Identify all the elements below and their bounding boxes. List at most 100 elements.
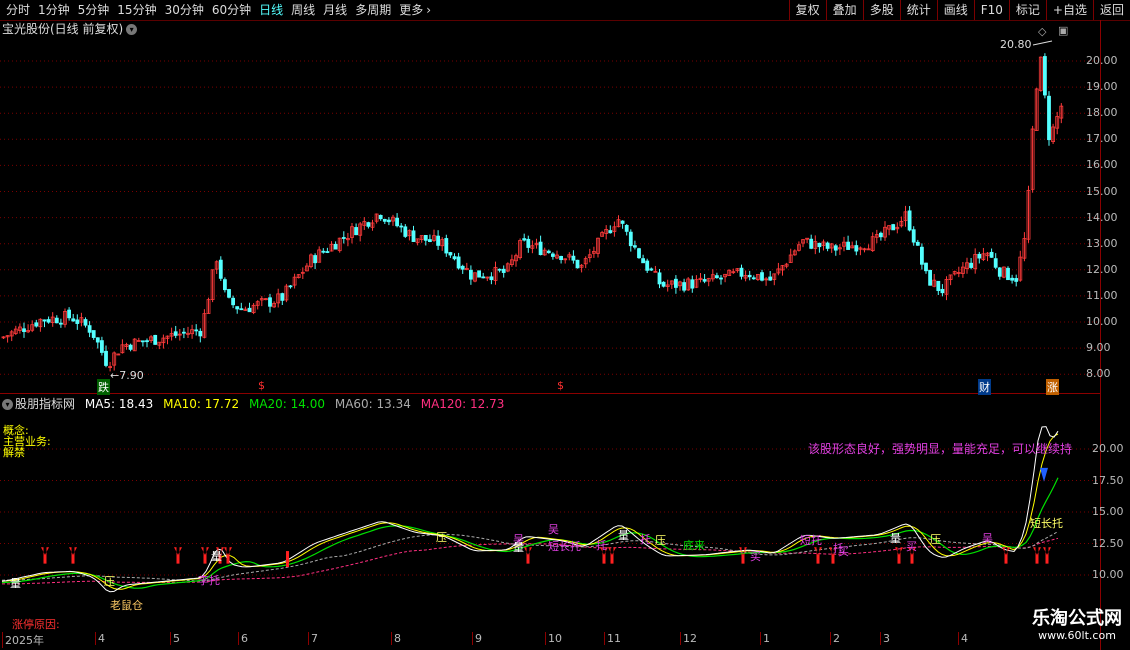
month-label: 6 xyxy=(238,632,248,645)
candle-body xyxy=(423,235,428,241)
candle-body xyxy=(874,234,879,238)
buy-arrow-icon[interactable] xyxy=(41,547,49,564)
tab-more[interactable]: 更多 › xyxy=(395,2,435,18)
candle-body xyxy=(309,254,313,268)
tab-daily[interactable]: 日线 xyxy=(255,2,287,18)
candle-body xyxy=(325,251,330,253)
marker-dollar-2[interactable]: $ xyxy=(557,379,564,392)
candle-body xyxy=(965,262,969,270)
candle-body xyxy=(1014,278,1019,282)
indicator-name[interactable]: 股朋指标网 xyxy=(15,397,75,411)
chevron-down-icon[interactable]: ▾ xyxy=(126,24,138,35)
candle-body xyxy=(862,248,867,251)
candle-body xyxy=(620,220,625,224)
candle-body xyxy=(883,226,887,238)
draw-line-button[interactable]: 画线 xyxy=(936,0,974,20)
candle-body xyxy=(5,335,10,338)
tab-weekly[interactable]: 周线 xyxy=(287,2,319,18)
tab-1min[interactable]: 1分钟 xyxy=(34,2,74,18)
candle-body xyxy=(612,226,617,232)
candle-body xyxy=(251,304,256,313)
back-button[interactable]: 返回 xyxy=(1092,0,1130,20)
candle-body xyxy=(403,226,408,237)
candle-body xyxy=(432,235,436,241)
candle-body xyxy=(440,239,445,247)
f10-button[interactable]: F10 xyxy=(973,0,1009,20)
candle-body xyxy=(1018,256,1023,281)
candle-body xyxy=(571,255,576,261)
candle-body xyxy=(50,316,55,323)
price-tick: 19.00 xyxy=(1086,80,1118,94)
ma60-label: MA60: 13.34 xyxy=(334,397,411,411)
candle-body xyxy=(920,246,924,265)
buy-arrow-icon[interactable] xyxy=(174,547,182,564)
chart-title[interactable]: 宝光股份(日线 前复权) ▾ xyxy=(2,21,138,37)
tab-15min[interactable]: 15分钟 xyxy=(113,2,160,18)
overlay-button[interactable]: 叠加 xyxy=(825,0,863,20)
stats-button[interactable]: 统计 xyxy=(899,0,937,20)
candle-body xyxy=(333,243,338,250)
price-tick: 10.00 xyxy=(1086,315,1118,328)
window-icon[interactable]: ▣ xyxy=(1058,24,1068,37)
buy-arrow-icon[interactable] xyxy=(69,547,77,564)
candle-body xyxy=(497,268,502,271)
candle-body xyxy=(128,344,133,350)
ma5-label: MA5: 18.43 xyxy=(84,397,154,411)
buy-arrow-icon[interactable] xyxy=(895,547,903,564)
marker-finance[interactable]: 财 xyxy=(978,379,991,395)
mark-button[interactable]: 标记 xyxy=(1008,0,1046,20)
candle-body xyxy=(436,235,441,246)
candle-body xyxy=(313,255,318,264)
watermark-url: www.60lt.com xyxy=(1038,629,1116,642)
indicator-tick: 17.50 xyxy=(1092,473,1124,487)
candle-body xyxy=(386,219,391,223)
candle-body xyxy=(292,276,297,286)
buy-arrow-icon[interactable] xyxy=(1002,547,1010,564)
candle-body xyxy=(678,281,682,287)
indicator-header: ▾ 股朋指标网 MA5: 18.43 MA10: 17.72 MA20: 14.0… xyxy=(2,396,510,412)
tab-fenshi[interactable]: 分时 xyxy=(2,2,34,18)
candle-body xyxy=(157,341,162,346)
buy-arrow-icon[interactable] xyxy=(608,547,616,564)
candle-body xyxy=(132,338,137,352)
month-label: 11 xyxy=(604,632,621,645)
buy-arrow-icon[interactable] xyxy=(814,547,822,564)
month-label: 12 xyxy=(680,632,697,645)
candle-body xyxy=(362,221,367,226)
chevron-down-icon[interactable]: ▾ xyxy=(2,399,13,410)
signal-label: 压 xyxy=(930,533,941,546)
tab-60min[interactable]: 60分钟 xyxy=(208,2,255,18)
buy-arrow-icon[interactable] xyxy=(224,547,232,564)
buy-arrow-icon[interactable] xyxy=(739,547,747,564)
high-pointer xyxy=(1032,40,1053,46)
candle-body xyxy=(100,340,104,353)
buy-arrow-icon[interactable] xyxy=(1043,547,1051,564)
candle-body xyxy=(280,293,285,301)
marker-fall[interactable]: 跌 xyxy=(97,379,110,395)
tab-multi-period[interactable]: 多周期 xyxy=(351,2,395,18)
candle-body xyxy=(567,254,572,258)
month-label: 7 xyxy=(308,632,318,645)
candle-body xyxy=(407,230,412,237)
candle-body xyxy=(579,264,584,268)
tab-monthly[interactable]: 月线 xyxy=(319,2,351,18)
buy-arrow-icon[interactable] xyxy=(524,547,532,564)
candle-body xyxy=(559,255,563,261)
buy-arrow-icon[interactable] xyxy=(1033,547,1041,564)
candle-body xyxy=(124,344,129,347)
candle-body xyxy=(456,256,461,269)
marker-rise[interactable]: 涨 xyxy=(1046,379,1059,395)
marker-dollar-1[interactable]: $ xyxy=(258,379,265,392)
tab-5min[interactable]: 5分钟 xyxy=(74,2,114,18)
candle-body xyxy=(272,302,277,308)
multi-stock-button[interactable]: 多股 xyxy=(862,0,900,20)
month-label: 10 xyxy=(545,632,562,645)
adjust-button[interactable]: 复权 xyxy=(788,0,826,20)
candle-body xyxy=(653,270,658,273)
tab-30min[interactable]: 30分钟 xyxy=(161,2,208,18)
candle-body xyxy=(940,288,945,294)
diamond-icon[interactable]: ◇ xyxy=(1038,25,1046,38)
buy-arrow-icon[interactable] xyxy=(201,547,209,564)
candle-body xyxy=(690,279,695,289)
add-watchlist-button[interactable]: +自选 xyxy=(1045,0,1093,20)
